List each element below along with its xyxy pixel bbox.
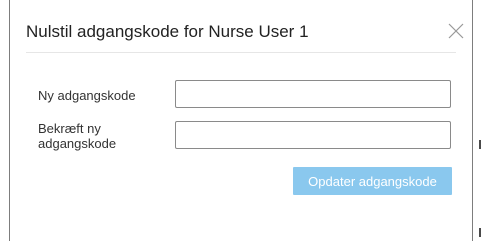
dialog-header: Nulstil adgangskode for Nurse User 1 bbox=[10, 0, 472, 52]
update-password-button[interactable]: Opdater adgangskode bbox=[293, 167, 452, 195]
dialog-title: Nulstil adgangskode for Nurse User 1 bbox=[26, 22, 309, 41]
close-icon[interactable] bbox=[447, 22, 465, 40]
header-divider bbox=[26, 52, 456, 53]
new-password-label: Ny adgangskode bbox=[38, 88, 136, 103]
screen: Nulstil adgangskode for Nurse User 1 Ny … bbox=[0, 0, 481, 241]
reset-password-dialog: Nulstil adgangskode for Nurse User 1 Ny … bbox=[9, 0, 473, 241]
confirm-password-field[interactable] bbox=[175, 121, 451, 149]
new-password-field[interactable] bbox=[175, 80, 451, 108]
confirm-password-label: Bekræft ny adgangskode bbox=[38, 121, 117, 151]
